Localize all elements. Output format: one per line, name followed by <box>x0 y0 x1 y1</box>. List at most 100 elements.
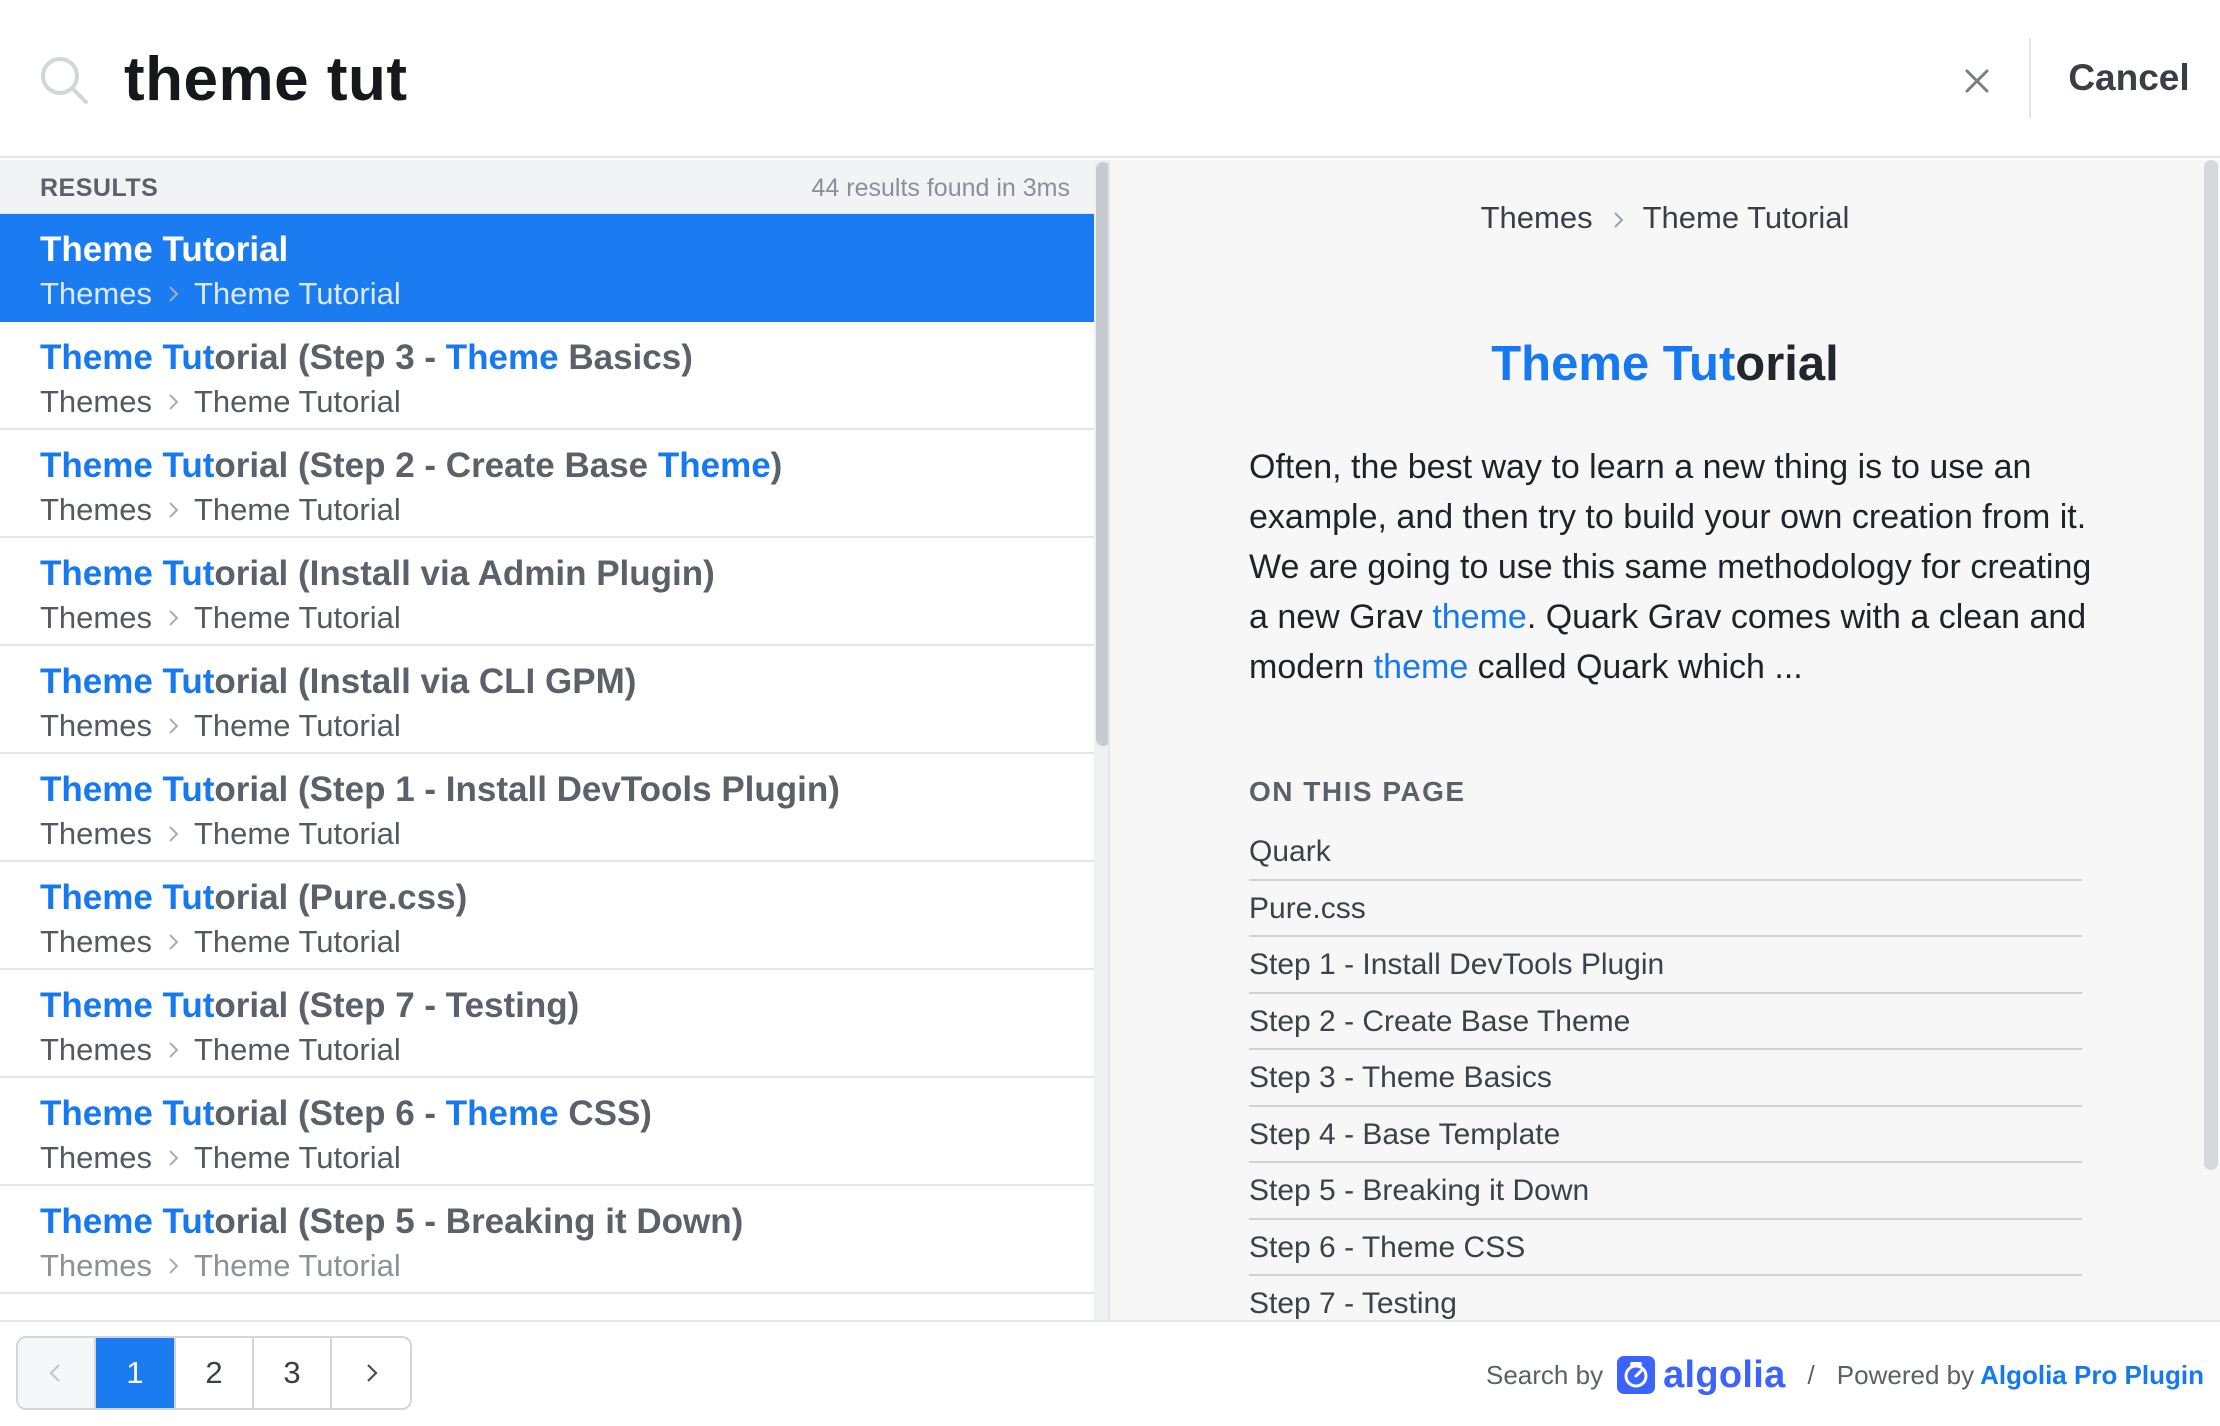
toc-item[interactable]: Step 5 - Breaking it Down <box>1249 1163 2082 1220</box>
chevron-right-icon <box>169 286 179 302</box>
chevron-right-icon <box>169 1258 179 1274</box>
result-crumb-2: Theme Tutorial <box>193 1248 401 1283</box>
header-divider <box>2029 38 2031 118</box>
result-item[interactable]: Theme Tutorial Themes Theme Tutorial <box>0 214 1094 322</box>
chevron-left-icon <box>49 1364 60 1382</box>
result-title-highlight: Theme Tut <box>40 338 215 377</box>
search-attribution: Search by algolia / Powered by Algolia P… <box>1486 1348 2204 1402</box>
preview-desc-link[interactable]: theme <box>1432 598 1527 636</box>
result-title-part: Theme <box>445 1094 559 1133</box>
result-crumb-1: Themes <box>40 1248 152 1283</box>
powered-by-label: Powered by <box>1836 1359 1975 1390</box>
result-crumb-1: Themes <box>40 600 152 635</box>
result-title: Theme Tutorial (Install via CLI GPM) <box>40 662 636 702</box>
search-icon <box>41 57 88 104</box>
cancel-button[interactable]: Cancel <box>2054 46 2204 110</box>
result-item[interactable]: Theme Tutorial (Install via CLI GPM) Them… <box>0 646 1094 754</box>
result-title-rest: orial (Install via CLI GPM) <box>214 662 637 701</box>
result-title-highlight: Theme Tut <box>40 554 215 593</box>
toc-item[interactable]: Step 7 - Testing <box>1249 1276 2082 1320</box>
result-breadcrumb: Themes Theme Tutorial <box>40 384 401 420</box>
chevron-right-icon <box>169 502 179 518</box>
result-crumb-2: Theme Tutorial <box>193 816 401 851</box>
result-title: Theme Tutorial (Pure.css) <box>40 878 467 918</box>
search-by-label: Search by <box>1486 1359 1604 1390</box>
chevron-right-icon <box>169 718 179 734</box>
result-title-part: Theme <box>657 446 771 485</box>
preview-crumb-1[interactable]: Themes <box>1481 200 1593 235</box>
result-item[interactable]: Theme Tutorial (Step 1 - Install DevTool… <box>0 754 1094 862</box>
preview-description: Often, the best way to learn a new thing… <box>1249 442 2099 692</box>
result-title-rest: orial (Step 6 - <box>214 1094 446 1133</box>
next-page-button[interactable] <box>332 1338 410 1408</box>
result-title-highlight: Theme Tut <box>40 770 215 809</box>
result-item[interactable]: Theme Tutorial (Pure.css) Themes Theme Tut… <box>0 862 1094 970</box>
result-item[interactable]: Theme Tutorial (Install via Admin Plugin… <box>0 538 1094 646</box>
attribution-separator: / <box>1807 1359 1815 1390</box>
result-title-rest: orial (Step 5 - Breaking it Down) <box>214 1202 744 1241</box>
result-title-part: CSS) <box>558 1094 652 1133</box>
result-item[interactable]: Theme Tutorial (Step 3 - Theme Basics) Th… <box>0 322 1094 430</box>
chevron-right-icon <box>169 1150 179 1166</box>
chevron-right-icon <box>169 934 179 950</box>
result-title-rest: orial (Pure.css) <box>214 878 468 917</box>
result-breadcrumb: Themes Theme Tutorial <box>40 1140 401 1176</box>
result-crumb-2: Theme Tutorial <box>193 1140 401 1175</box>
preview-title[interactable]: Theme Tutorial <box>1110 336 2220 392</box>
toc-item[interactable]: Step 3 - Theme Basics <box>1249 1050 2082 1107</box>
result-item[interactable]: Theme Tutorial (Step 2 - Create Base The… <box>0 430 1094 538</box>
toc-item[interactable]: Step 6 - Theme CSS <box>1249 1220 2082 1276</box>
result-title-rest: orial (Step 2 - Create Base <box>214 446 658 485</box>
result-title-highlight: Theme Tut <box>40 230 215 269</box>
algolia-wordmark[interactable]: algolia <box>1663 1354 1785 1397</box>
preview-scrollbar-thumb[interactable] <box>2204 160 2218 1170</box>
toc-item[interactable]: Step 2 - Create Base Theme <box>1249 994 2082 1050</box>
preview-title-highlight: Theme Tut <box>1491 337 1736 391</box>
toc-item[interactable]: Pure.css <box>1249 881 2082 937</box>
chevron-right-icon <box>367 1364 378 1382</box>
result-title-highlight: Theme Tut <box>40 446 215 485</box>
chevron-right-icon <box>169 610 179 626</box>
results-count: 44 results found in 3ms <box>811 174 1070 202</box>
result-crumb-2: Theme Tutorial <box>193 384 401 419</box>
toc-item[interactable]: Quark <box>1249 824 2082 881</box>
result-preview: Themes Theme Tutorial Theme Tutorial Ofte… <box>1110 160 2220 1320</box>
page-button-2[interactable]: 2 <box>176 1338 254 1408</box>
search-input[interactable] <box>124 34 1824 124</box>
close-icon[interactable] <box>1950 54 2004 108</box>
result-title: Theme Tutorial (Step 5 - Breaking it Dow… <box>40 1202 743 1242</box>
results-list: RESULTS 44 results found in 3ms Theme Tu… <box>0 160 1094 1320</box>
chevron-right-icon <box>169 1042 179 1058</box>
toc-item[interactable]: Step 1 - Install DevTools Plugin <box>1249 937 2082 994</box>
algolia-pro-plugin-link[interactable]: Algolia Pro Plugin <box>1980 1360 2204 1391</box>
result-crumb-2: Theme Tutorial <box>193 276 401 311</box>
preview-title-rest: orial <box>1735 337 1839 391</box>
result-title-rest: orial (Step 7 - Testing) <box>214 986 580 1025</box>
result-crumb-1: Themes <box>40 492 152 527</box>
prev-page-button[interactable] <box>18 1338 96 1408</box>
result-item[interactable]: Theme Tutorial (Step 7 - Testing) Themes T… <box>0 970 1094 1078</box>
result-crumb-1: Themes <box>40 384 152 419</box>
preview-desc-text: called Quark which ... <box>1468 648 1803 686</box>
result-title: Theme Tutorial (Step 3 - Theme Basics) <box>40 338 693 378</box>
result-crumb-2: Theme Tutorial <box>193 708 401 743</box>
result-title-highlight: Theme Tut <box>40 878 215 917</box>
page-button-1[interactable]: 1 <box>96 1338 176 1408</box>
algolia-logo-icon[interactable] <box>1617 1356 1656 1394</box>
result-item[interactable]: Theme Tutorial (Step 6 - Theme CSS) Theme… <box>0 1078 1094 1186</box>
toc-item[interactable]: Step 4 - Base Template <box>1249 1107 2082 1163</box>
preview-desc-link[interactable]: theme <box>1374 648 1469 686</box>
result-breadcrumb: Themes Theme Tutorial <box>40 492 401 528</box>
result-title: Theme Tutorial (Step 1 - Install DevTool… <box>40 770 840 810</box>
result-item[interactable]: Theme Tutorial (Step 5 - Breaking it Dow… <box>0 1186 1094 1294</box>
footer: 123 Search by algolia / Powered by Algol… <box>0 1320 2220 1426</box>
result-breadcrumb: Themes Theme Tutorial <box>40 276 401 312</box>
page-button-3[interactable]: 3 <box>254 1338 332 1408</box>
chevron-right-icon <box>169 826 179 842</box>
preview-crumb-2[interactable]: Theme Tutorial <box>1643 200 1850 235</box>
result-breadcrumb: Themes Theme Tutorial <box>40 708 401 744</box>
result-breadcrumb: Themes Theme Tutorial <box>40 1248 401 1284</box>
result-breadcrumb: Themes Theme Tutorial <box>40 1032 401 1068</box>
result-crumb-2: Theme Tutorial <box>193 600 401 635</box>
result-title: Theme Tutorial (Step 6 - Theme CSS) <box>40 1094 652 1134</box>
